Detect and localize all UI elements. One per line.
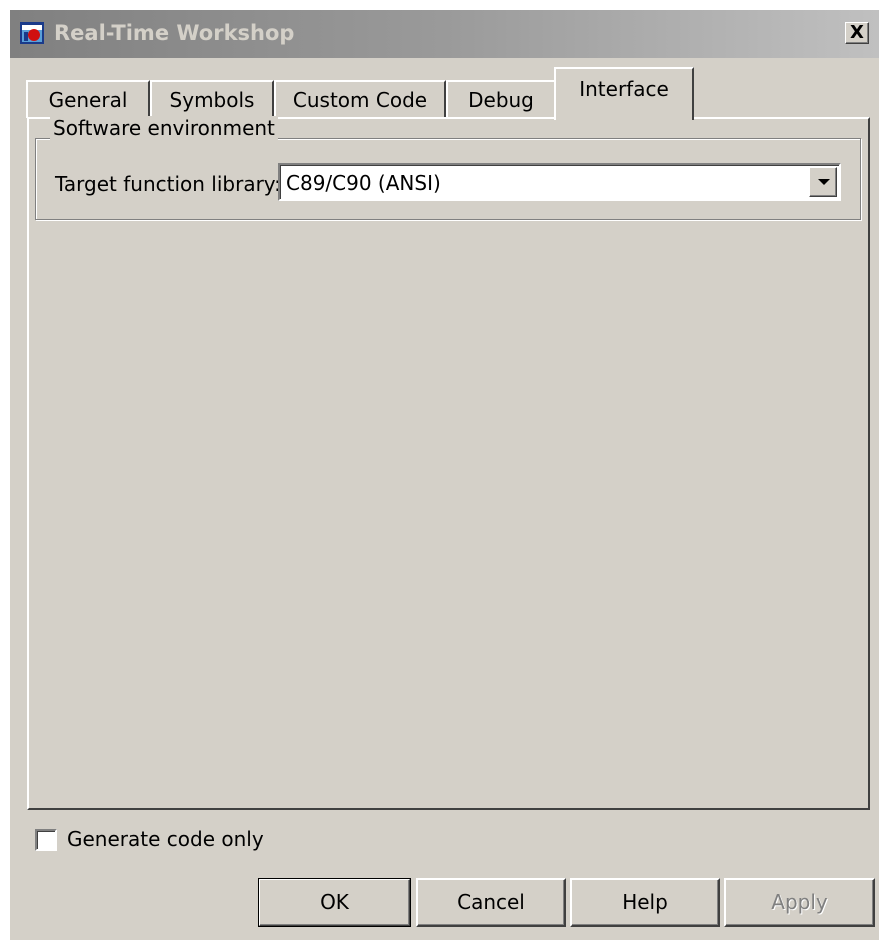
tab-content-panel (27, 117, 870, 810)
target-function-library-label: Target function library: (55, 172, 281, 196)
dialog-window: Real-Time Workshop X General Symbols Cus… (10, 10, 879, 940)
target-function-library-value: C89/C90 (ANSI) (286, 171, 441, 195)
ok-button[interactable]: OK (258, 878, 411, 927)
apply-button[interactable]: Apply (724, 878, 875, 927)
real-time-workshop-icon (20, 22, 44, 44)
tab-debug[interactable]: Debug (446, 80, 556, 118)
tab-symbols[interactable]: Symbols (150, 80, 274, 118)
help-button[interactable]: Help (570, 878, 720, 927)
tab-interface[interactable]: Interface (554, 67, 694, 120)
generate-code-only-label[interactable]: Generate code only (67, 827, 264, 851)
cancel-button[interactable]: Cancel (416, 878, 566, 927)
window-title: Real-Time Workshop (54, 21, 295, 45)
software-environment-legend: Software environment (50, 116, 278, 140)
tab-custom-code[interactable]: Custom Code (274, 80, 446, 118)
title-bar[interactable]: Real-Time Workshop X (10, 10, 879, 58)
tab-general[interactable]: General (26, 80, 150, 118)
generate-code-only-checkbox[interactable] (35, 829, 57, 851)
chevron-down-icon[interactable] (809, 167, 837, 197)
target-function-library-select[interactable]: C89/C90 (ANSI) (278, 163, 841, 201)
close-button[interactable]: X (845, 22, 869, 44)
